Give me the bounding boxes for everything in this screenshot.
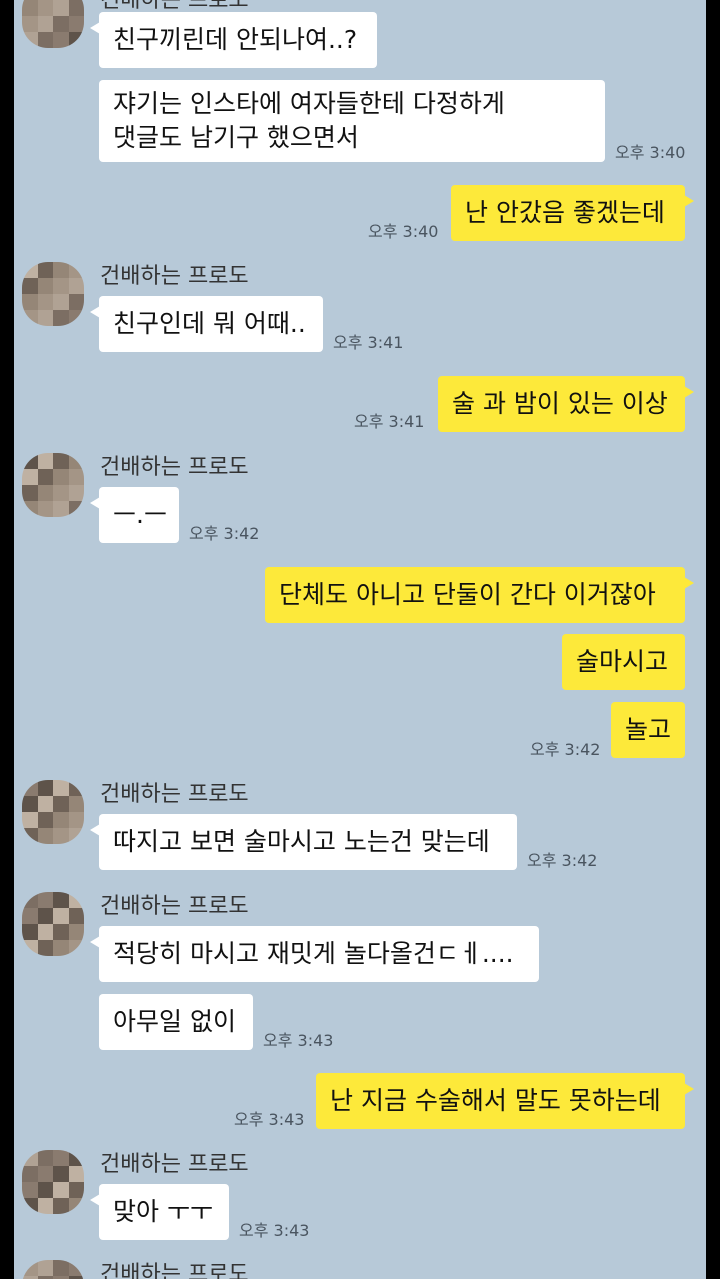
message-line: 댓글도 남기구 했으면서: [113, 123, 359, 152]
sender-avatar[interactable]: [22, 1260, 84, 1279]
sender-avatar[interactable]: [22, 262, 84, 326]
sender-avatar[interactable]: [22, 0, 84, 48]
sender-name: 건배하는 프로도: [100, 1262, 249, 1279]
message-timestamp: 오후 3:43: [239, 1221, 310, 1240]
sender-name: 건배하는 프로도: [100, 455, 249, 480]
sender-avatar[interactable]: [22, 780, 84, 844]
message-line: 쟈기는 인스타에 여자들한테 다정하게: [113, 89, 505, 118]
message-bubble-incoming[interactable]: ㅡ.ㅡ: [90, 487, 179, 543]
message-bubble-incoming[interactable]: 맞아 ㅜㅜ: [90, 1184, 229, 1240]
message-timestamp: 오후 3:43: [234, 1110, 305, 1129]
message-bubble-incoming[interactable]: 친구인데 뭐 어때..: [90, 296, 323, 352]
message-timestamp: 오후 3:40: [615, 143, 686, 162]
message-bubble-incoming[interactable]: 쟈기는 인스타에 여자들한테 다정하게 댓글도 남기구 했으면서: [99, 80, 605, 162]
message-bubble-outgoing[interactable]: 난 지금 수술해서 말도 못하는데: [316, 1073, 694, 1129]
message-bubble-incoming[interactable]: 따지고 보면 술마시고 노는건 맞는데: [90, 814, 517, 870]
message-bubble-outgoing[interactable]: 술마시고: [562, 634, 685, 690]
message-bubble-outgoing[interactable]: 단체도 아니고 단둘이 간다 이거잖아: [265, 567, 694, 623]
sender-name: 건배하는 프로도: [100, 1152, 249, 1177]
message-timestamp: 오후 3:41: [333, 333, 404, 352]
sender-name: 건배하는 프로도: [100, 894, 249, 919]
sender-name: 건배하는 프로도: [100, 782, 249, 807]
message-timestamp: 오후 3:43: [263, 1031, 334, 1050]
message-bubble-incoming[interactable]: 친구끼린데 안되나여..?: [90, 12, 377, 68]
message-timestamp: 오후 3:40: [368, 222, 439, 241]
message-timestamp: 오후 3:42: [527, 851, 598, 870]
message-bubble-outgoing[interactable]: 술 과 밤이 있는 이상: [438, 376, 694, 432]
sender-avatar[interactable]: [22, 453, 84, 517]
message-bubble-incoming[interactable]: 아무일 없이: [99, 994, 253, 1050]
sender-avatar[interactable]: [22, 1150, 84, 1214]
message-timestamp: 오후 3:42: [189, 524, 260, 543]
message-bubble-incoming[interactable]: 적당히 마시고 재밋게 놀다올건ㄷㅔ....: [90, 926, 539, 982]
message-bubble-outgoing[interactable]: 놀고: [611, 702, 685, 758]
chat-area[interactable]: 건배하는 프로도 친구끼린데 안되나여..? 쟈기는 인스타에 여자들한테 다정…: [14, 0, 706, 1279]
sender-name: 건배하는 프로도: [100, 264, 249, 289]
message-bubble-outgoing[interactable]: 난 안갔음 좋겠는데: [451, 185, 694, 241]
sender-avatar[interactable]: [22, 892, 84, 956]
message-timestamp: 오후 3:41: [354, 412, 425, 431]
message-timestamp: 오후 3:42: [530, 740, 601, 759]
